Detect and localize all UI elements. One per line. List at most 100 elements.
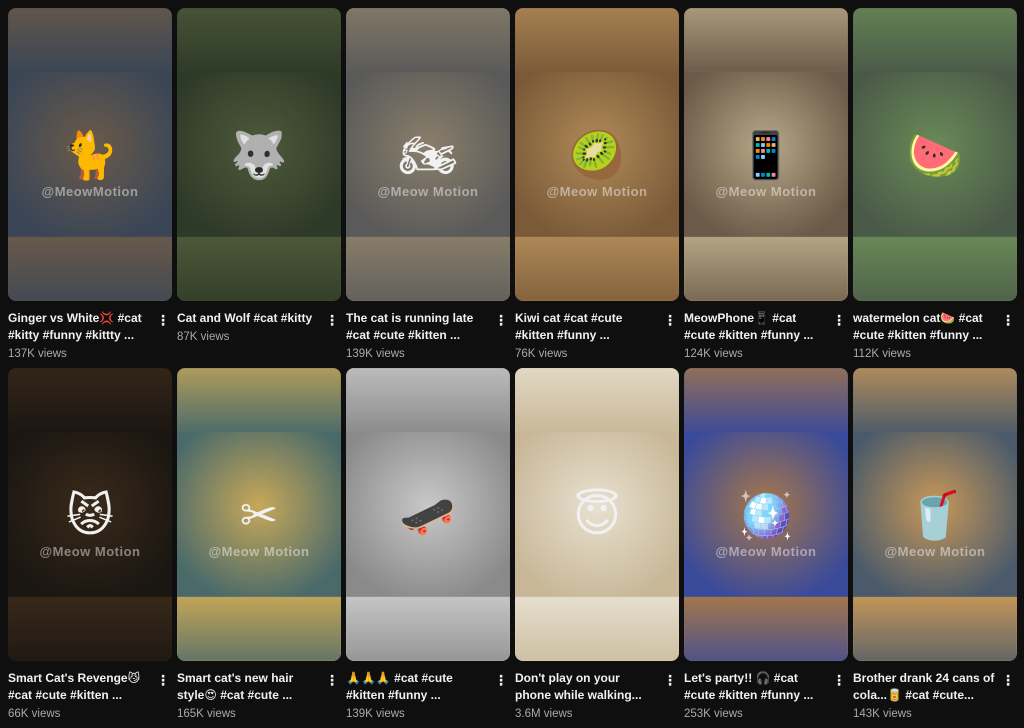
short-meta: Let's party!! 🎧 #cat #cute #kitten #funn… xyxy=(684,661,848,721)
short-title[interactable]: Don't play on your phone while walking..… xyxy=(515,670,659,704)
more-options-icon[interactable]: ⋮ xyxy=(832,311,846,329)
more-options-icon[interactable]: ⋮ xyxy=(1001,311,1015,329)
kiwi-icon: 🥝 xyxy=(568,128,626,181)
wolf-icon: 🐺 xyxy=(230,128,288,181)
short-card[interactable]: 🍉 watermelon cat🍉 #cat #cute #kitten #fun… xyxy=(853,8,1017,368)
disco-ball-icon: 🪩 xyxy=(737,488,795,541)
short-card[interactable]: 😇 Don't play on your phone while walking.… xyxy=(515,368,679,728)
thumbnail-blur-bottom xyxy=(853,597,1017,661)
short-card[interactable]: 🛹 🙏🙏🙏 #cat #cute #kitten #funny ... 139K v… xyxy=(346,368,510,728)
short-meta: 🙏🙏🙏 #cat #cute #kitten #funny ... 139K vi… xyxy=(346,661,510,721)
view-count: 112K views xyxy=(853,348,911,360)
short-card[interactable]: 😾 @Meow Motion Smart Cat's Revenge😼 #cat #… xyxy=(8,368,172,728)
view-count: 124K views xyxy=(684,348,743,360)
short-title[interactable]: Smart cat's new hair style😍 #cat #cute .… xyxy=(177,670,321,704)
watermark: @Meow Motion xyxy=(715,183,817,199)
short-thumbnail[interactable]: 🏍 @Meow Motion xyxy=(346,8,510,301)
short-thumbnail[interactable]: 😾 @Meow Motion xyxy=(8,368,172,661)
short-meta: Kiwi cat #cat #cute #kitten #funny ... 76… xyxy=(515,301,679,361)
short-title[interactable]: 🙏🙏🙏 #cat #cute #kitten #funny ... xyxy=(346,670,490,704)
more-options-icon[interactable]: ⋮ xyxy=(663,671,677,689)
thumbnail-blur-top xyxy=(853,8,1017,72)
thumbnail-blur-bottom xyxy=(8,237,172,301)
shorts-grid: 🐈 @MeowMotion Ginger vs White💢 #cat #kitty… xyxy=(8,8,1017,728)
view-count: 139K views xyxy=(346,708,405,720)
thumbnail-blur-bottom xyxy=(8,597,172,661)
thumbnail-blur-top xyxy=(515,8,679,72)
thumbnail-blur-bottom xyxy=(515,237,679,301)
short-card[interactable]: 🪩 @Meow Motion Let's party!! 🎧 #cat #cute … xyxy=(684,368,848,728)
short-thumbnail[interactable]: 🐺 xyxy=(177,8,341,301)
watermark: @Meow Motion xyxy=(377,183,479,199)
short-card[interactable]: 🐺 Cat and Wolf #cat #kitty 87K views ⋮ xyxy=(177,8,341,368)
watermark: @Meow Motion xyxy=(208,543,310,559)
short-card[interactable]: 🥝 @Meow Motion Kiwi cat #cat #cute #kitten… xyxy=(515,8,679,368)
short-thumbnail[interactable]: 😇 xyxy=(515,368,679,661)
short-meta: The cat is running late #cat #cute #kitt… xyxy=(346,301,510,361)
short-meta: Smart Cat's Revenge😼 #cat #cute #kitten … xyxy=(8,661,172,721)
short-title[interactable]: watermelon cat🍉 #cat #cute #kitten #funn… xyxy=(853,310,997,344)
view-count: 137K views xyxy=(8,348,67,360)
short-card[interactable]: ✂ @Meow Motion Smart cat's new hair style😍… xyxy=(177,368,341,728)
short-meta: watermelon cat🍉 #cat #cute #kitten #funn… xyxy=(853,301,1017,361)
short-card[interactable]: 🏍 @Meow Motion The cat is running late #ca… xyxy=(346,8,510,368)
short-thumbnail[interactable]: 📱 @Meow Motion xyxy=(684,8,848,301)
short-card[interactable]: 🥤 @Meow Motion Brother drank 24 cans of co… xyxy=(853,368,1017,728)
more-options-icon[interactable]: ⋮ xyxy=(663,311,677,329)
more-options-icon[interactable]: ⋮ xyxy=(325,311,339,329)
short-title[interactable]: The cat is running late #cat #cute #kitt… xyxy=(346,310,490,344)
thumbnail-blur-bottom xyxy=(853,237,1017,301)
more-options-icon[interactable]: ⋮ xyxy=(156,311,170,329)
short-meta: MeowPhone📱 #cat #cute #kitten #funny ...… xyxy=(684,301,848,361)
short-title[interactable]: Smart Cat's Revenge😼 #cat #cute #kitten … xyxy=(8,670,152,704)
short-thumbnail[interactable]: 🐈 @MeowMotion xyxy=(8,8,172,301)
thumbnail-blur-top xyxy=(346,8,510,72)
short-thumbnail[interactable]: 🥝 @Meow Motion xyxy=(515,8,679,301)
short-title[interactable]: Ginger vs White💢 #cat #kitty #funny #kit… xyxy=(8,310,152,344)
cat-falling-icon: 🐈 xyxy=(61,128,119,181)
short-thumbnail[interactable]: ✂ @Meow Motion xyxy=(177,368,341,661)
short-title[interactable]: Cat and Wolf #cat #kitty xyxy=(177,310,321,327)
short-meta: Smart cat's new hair style😍 #cat #cute .… xyxy=(177,661,341,721)
view-count: 165K views xyxy=(177,708,236,720)
more-options-icon[interactable]: ⋮ xyxy=(156,671,170,689)
short-title[interactable]: MeowPhone📱 #cat #cute #kitten #funny ... xyxy=(684,310,828,344)
more-options-icon[interactable]: ⋮ xyxy=(832,671,846,689)
view-count: 143K views xyxy=(853,708,912,720)
view-count: 87K views xyxy=(177,331,230,343)
view-count: 139K views xyxy=(346,348,405,360)
watermark: @MeowMotion xyxy=(41,183,139,199)
thumbnail-blur-top xyxy=(684,8,848,72)
short-title[interactable]: Brother drank 24 cans of cola...🥫 #cat #… xyxy=(853,670,997,704)
short-thumbnail[interactable]: 🪩 @Meow Motion xyxy=(684,368,848,661)
short-meta: Brother drank 24 cans of cola...🥫 #cat #… xyxy=(853,661,1017,721)
thumbnail-blur-bottom xyxy=(515,597,679,661)
more-options-icon[interactable]: ⋮ xyxy=(494,671,508,689)
more-options-icon[interactable]: ⋮ xyxy=(1001,671,1015,689)
thumbnail-blur-top xyxy=(8,8,172,72)
cat-office-icon: 😾 xyxy=(66,488,114,541)
angel-cat-icon: 😇 xyxy=(573,488,621,541)
short-thumbnail[interactable]: 🥤 @Meow Motion xyxy=(853,368,1017,661)
cola-can-icon: 🥤 xyxy=(906,488,964,541)
short-title[interactable]: Let's party!! 🎧 #cat #cute #kitten #funn… xyxy=(684,670,828,704)
short-thumbnail[interactable]: 🛹 xyxy=(346,368,510,661)
short-meta: Ginger vs White💢 #cat #kitty #funny #kit… xyxy=(8,301,172,361)
short-thumbnail[interactable]: 🍉 xyxy=(853,8,1017,301)
view-count: 253K views xyxy=(684,708,743,720)
view-count: 66K views xyxy=(8,708,61,720)
watermark: @Meow Motion xyxy=(884,543,986,559)
more-options-icon[interactable]: ⋮ xyxy=(325,671,339,689)
view-count: 76K views xyxy=(515,348,568,360)
thumbnail-blur-top xyxy=(177,368,341,432)
more-options-icon[interactable]: ⋮ xyxy=(494,311,508,329)
short-card[interactable]: 📱 @Meow Motion MeowPhone📱 #cat #cute #kitt… xyxy=(684,8,848,368)
watermark: @Meow Motion xyxy=(546,183,648,199)
watermark: @Meow Motion xyxy=(39,543,141,559)
watermark: @Meow Motion xyxy=(715,543,817,559)
short-card[interactable]: 🐈 @MeowMotion Ginger vs White💢 #cat #kitty… xyxy=(8,8,172,368)
short-title[interactable]: Kiwi cat #cat #cute #kitten #funny ... xyxy=(515,310,659,344)
watermelon-icon: 🍉 xyxy=(906,128,964,181)
skateboard-icon: 🛹 xyxy=(399,488,457,541)
thumbnail-blur-bottom xyxy=(177,597,341,661)
